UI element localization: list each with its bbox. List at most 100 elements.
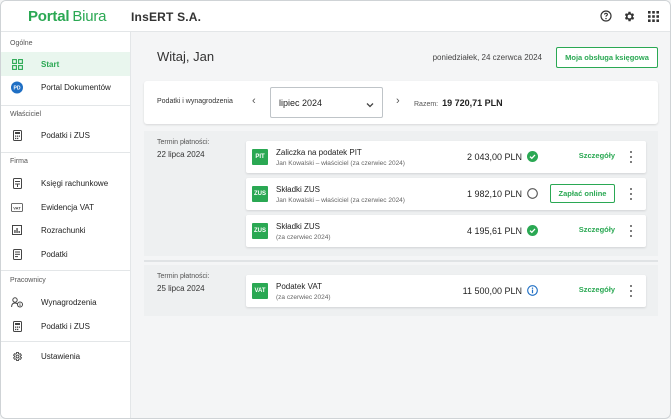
filter-bar: Podatki i wynagrodzenia ‹ lipiec 2024 › … — [144, 81, 658, 124]
more-options-icon[interactable] — [628, 151, 634, 163]
total-label: Razem: — [414, 101, 439, 108]
calculator-icon — [11, 320, 23, 332]
sidebar-section-title: Firma — [10, 158, 28, 165]
period-select[interactable]: lipiec 2024 — [270, 87, 383, 118]
payment-title: Składki ZUS — [276, 185, 321, 194]
paid-check-icon — [527, 151, 538, 162]
sidebar-divider — [1, 152, 130, 153]
sidebar-item-rozrachunki[interactable]: Rozrachunki — [1, 218, 130, 242]
sidebar-item-label: Podatki — [41, 249, 68, 259]
sidebar-item-label: Portal Dokumentów — [41, 82, 111, 92]
filter-label: Podatki i wynagrodzenia — [157, 98, 233, 105]
sidebar-item-label: Start — [41, 59, 60, 69]
period-value: lipiec 2024 — [279, 98, 323, 108]
payment-amount: 4 195,61 PLN — [466, 226, 522, 236]
details-link[interactable]: Szczegóły — [579, 151, 615, 160]
brand-primary: Portal — [28, 8, 70, 25]
info-icon[interactable] — [527, 285, 538, 296]
svg-text:VAT: VAT — [13, 205, 21, 210]
chart-icon — [11, 224, 23, 236]
sidebar-item-podatki-zus-owner[interactable]: Podatki i ZUS — [1, 123, 130, 147]
term-date: 22 lipca 2024 — [157, 150, 205, 159]
sidebar-item-ewidencja-vat[interactable]: VAT Ewidencja VAT — [1, 195, 130, 219]
paid-check-icon — [527, 225, 538, 236]
company-name[interactable]: InsERT S.A. — [131, 10, 201, 24]
pit-badge: PIT — [252, 149, 268, 165]
sidebar-section-title: Ogólne — [10, 40, 33, 47]
sidebar-item-wynagrodzenia[interactable]: $ Wynagrodzenia — [1, 290, 130, 314]
sidebar-item-label: Wynagrodzenia — [41, 297, 97, 307]
sidebar-item-label: Ewidencja VAT — [41, 202, 95, 212]
sidebar-divider — [1, 105, 130, 106]
prev-period-icon[interactable]: ‹ — [252, 95, 256, 107]
payment-row: VAT Podatek VAT (za czerwiec 2024) 11 50… — [246, 275, 646, 307]
zus-badge: ZUS — [252, 223, 268, 239]
unpaid-circle-icon — [527, 188, 538, 199]
sidebar-item-podatki-zus-employees[interactable]: Podatki i ZUS — [1, 314, 130, 338]
sidebar-item-label: Księgi rachunkowe — [41, 178, 109, 188]
more-options-icon[interactable] — [628, 225, 634, 237]
sidebar-divider — [1, 341, 130, 342]
payment-row: ZUS Składki ZUS Jan Kowalski – właścicie… — [246, 178, 646, 210]
sidebar: Ogólne Start PD Portal Dokumentów Właści… — [1, 32, 131, 418]
top-bar: Portal Biura InsERT S.A. — [1, 1, 670, 32]
calculator-icon — [11, 129, 23, 141]
sidebar-item-label: Podatki i ZUS — [41, 130, 90, 140]
sidebar-item-label: Rozrachunki — [41, 225, 86, 235]
details-link[interactable]: Szczegóły — [579, 285, 615, 294]
gear-icon — [11, 350, 23, 362]
help-icon[interactable] — [599, 9, 613, 23]
vat-badge: VAT — [252, 283, 268, 299]
payment-subtitle: Jan Kowalski – właściciel (za czerwiec 2… — [276, 197, 405, 204]
sidebar-divider — [1, 270, 130, 271]
payment-row: PIT Zaliczka na podatek PIT Jan Kowalski… — [246, 141, 646, 173]
payment-amount: 2 043,00 PLN — [466, 152, 522, 162]
sidebar-section-title: Właściciel — [10, 111, 42, 118]
svg-text:PD: PD — [13, 85, 20, 91]
next-period-icon[interactable]: › — [396, 95, 400, 107]
term-label: Termin płatności: — [157, 273, 210, 280]
vat-icon: VAT — [11, 201, 23, 213]
brand-logo[interactable]: Portal Biura — [28, 8, 107, 25]
sidebar-item-label: Podatki i ZUS — [41, 321, 90, 331]
dashboard-icon — [11, 58, 23, 70]
sidebar-item-podatki[interactable]: Podatki — [1, 242, 130, 266]
sidebar-item-ustawienia[interactable]: Ustawienia — [1, 344, 130, 368]
svg-text:$: $ — [19, 303, 21, 307]
payment-subtitle: (za czerwiec 2024) — [276, 294, 331, 301]
more-options-icon[interactable] — [628, 285, 634, 297]
people-icon: $ — [11, 296, 23, 308]
tax-doc-icon — [11, 248, 23, 260]
details-link[interactable]: Szczegóły — [579, 225, 615, 234]
payment-title: Zaliczka na podatek PIT — [276, 148, 362, 157]
current-date: poniedziałek, 24 czerwca 2024 — [432, 53, 542, 62]
sidebar-item-ksiegi-rachunkowe[interactable]: Księgi rachunkowe — [1, 171, 130, 195]
pay-online-button[interactable]: Zapłać online — [550, 184, 615, 203]
sidebar-item-start[interactable]: Start — [1, 52, 130, 76]
sidebar-item-label: Ustawienia — [41, 351, 81, 361]
term-label: Termin płatności: — [157, 139, 210, 146]
payment-subtitle: Jan Kowalski – właściciel (za czerwiec 2… — [276, 160, 405, 167]
payment-row: ZUS Składki ZUS (za czerwiec 2024) 4 195… — [246, 215, 646, 247]
zus-badge: ZUS — [252, 186, 268, 202]
gear-icon[interactable] — [622, 9, 636, 23]
ledger-icon — [11, 177, 23, 189]
pd-badge-icon: PD — [11, 81, 23, 93]
total-value: 19 720,71 PLN — [442, 98, 503, 108]
page-title: Witaj, Jan — [157, 49, 215, 64]
more-options-icon[interactable] — [628, 188, 634, 200]
apps-grid-icon[interactable] — [646, 9, 660, 23]
payment-title: Podatek VAT — [276, 282, 322, 291]
sidebar-section-title: Pracownicy — [10, 277, 46, 284]
group-divider — [144, 260, 658, 262]
payment-title: Składki ZUS — [276, 222, 321, 231]
chevron-down-icon — [365, 97, 375, 115]
app-window: Portal Biura InsERT S.A. Ogólne Start PD … — [0, 0, 671, 419]
sidebar-item-portal-dokumentow[interactable]: PD Portal Dokumentów — [1, 75, 130, 99]
total-summary: Razem: 19 720,71 PLN — [414, 98, 503, 108]
payment-amount: 11 500,00 PLN — [462, 286, 522, 296]
payment-amount: 1 982,10 PLN — [466, 189, 522, 199]
payment-subtitle: (za czerwiec 2024) — [276, 234, 331, 241]
service-button[interactable]: Moja obsługa księgowa — [556, 47, 658, 68]
term-date: 25 lipca 2024 — [157, 284, 205, 293]
